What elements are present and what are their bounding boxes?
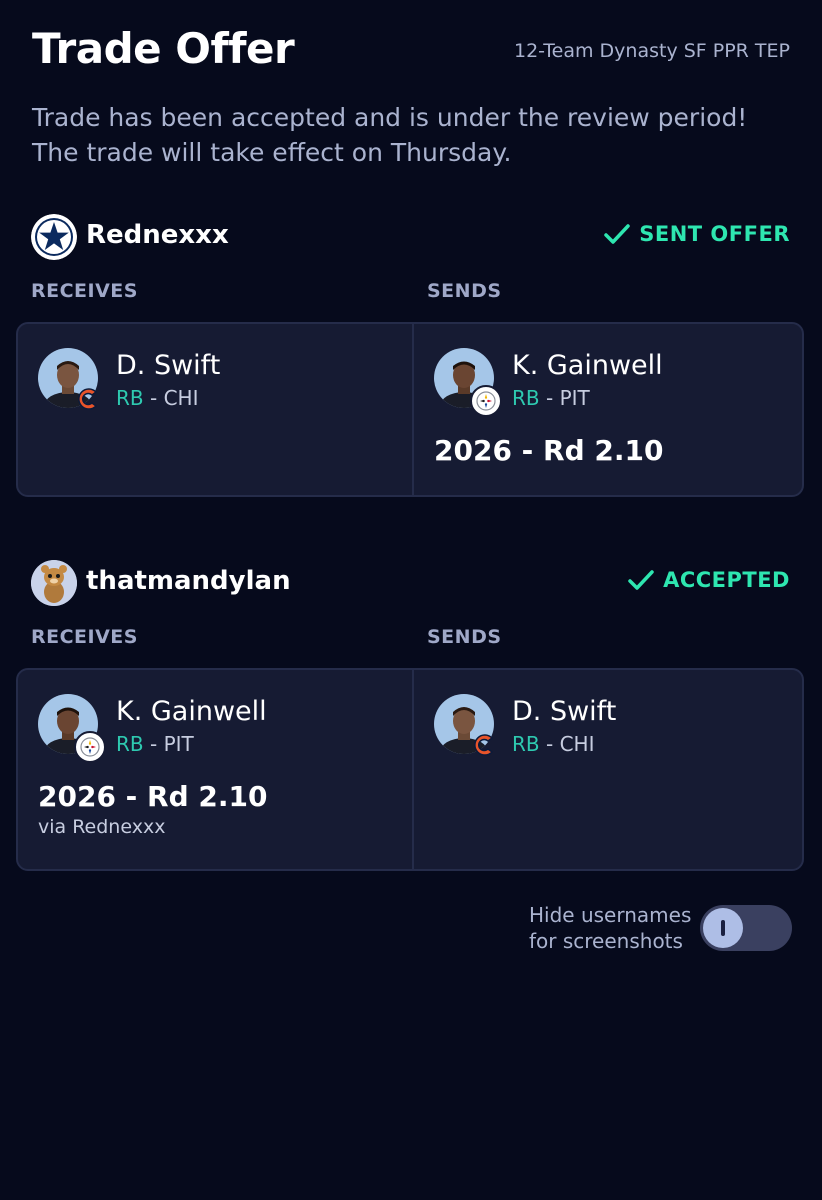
bears-logo-icon (470, 731, 498, 759)
pick-via: via Rednexxx (38, 816, 166, 838)
team-name[interactable]: thatmandylan (86, 566, 291, 596)
sends-side: K. Gainwell RB - PIT 2026 - Rd 2.10 (414, 324, 808, 495)
receives-side: K. Gainwell RB - PIT 2026 - Rd 2.10 via … (18, 670, 412, 869)
team-section-rednexxx: Rednexxx SENT OFFER RECEIVES SENDS D. Sw… (0, 214, 822, 497)
receives-side: D. Swift RB - CHI (18, 324, 412, 495)
bears-logo-icon (74, 385, 102, 413)
draft-pick: 2026 - Rd 2.10 (38, 780, 268, 813)
team-section-thatmandylan: thatmandylan ACCEPTED RECEIVES SENDS K. … (0, 560, 822, 871)
hide-usernames-toggle[interactable] (700, 905, 792, 951)
sends-side: D. Swift RB - CHI (414, 670, 808, 869)
player-position: RB (116, 732, 144, 756)
player-team: CHI (559, 732, 595, 756)
league-description: 12-Team Dynasty SF PPR TEP (514, 40, 790, 62)
player-name: D. Swift (116, 350, 221, 381)
sends-label: SENDS (427, 280, 502, 302)
toggle-knob[interactable] (703, 908, 743, 948)
steelers-logo-icon (74, 731, 106, 763)
trade-card: D. Swift RB - CHI K. Gainwell RB - PIT 2… (16, 322, 804, 497)
hide-usernames-label: Hide usernames for screenshots (529, 903, 692, 953)
team-name[interactable]: Rednexxx (86, 220, 229, 250)
player-team: PIT (559, 386, 590, 410)
player-position-team: RB - PIT (512, 386, 590, 410)
team-status-text: SENT OFFER (639, 222, 790, 246)
player-row[interactable]: K. Gainwell RB - PIT (434, 348, 794, 417)
page-title: Trade Offer (32, 24, 295, 73)
team-status-badge: SENT OFFER (603, 222, 790, 246)
player-position: RB (116, 386, 144, 410)
checkmark-icon (628, 570, 654, 590)
trade-status-message: Trade has been accepted and is under the… (32, 103, 748, 167)
player-name: K. Gainwell (512, 350, 663, 381)
cowboys-star-icon[interactable] (31, 214, 77, 260)
checkmark-icon (604, 224, 630, 244)
player-row[interactable]: D. Swift RB - CHI (38, 348, 398, 412)
sends-label: SENDS (427, 626, 502, 648)
player-name: D. Swift (512, 696, 617, 727)
player-position-team: RB - CHI (512, 732, 595, 756)
team-status-text: ACCEPTED (663, 568, 790, 592)
receives-label: RECEIVES (31, 280, 138, 302)
steelers-logo-icon (470, 385, 502, 417)
player-position: RB (512, 732, 540, 756)
draft-pick: 2026 - Rd 2.10 (434, 434, 664, 467)
player-position: RB (512, 386, 540, 410)
player-team: CHI (163, 386, 199, 410)
team-header: thatmandylan ACCEPTED (0, 560, 822, 610)
player-row[interactable]: K. Gainwell RB - PIT (38, 694, 398, 763)
player-name: K. Gainwell (116, 696, 267, 727)
player-row[interactable]: D. Swift RB - CHI (434, 694, 794, 758)
team-header: Rednexxx SENT OFFER (0, 214, 822, 264)
cartoon-mascot-icon[interactable] (31, 560, 77, 606)
player-team: PIT (163, 732, 194, 756)
trade-card: K. Gainwell RB - PIT 2026 - Rd 2.10 via … (16, 668, 804, 871)
receives-label: RECEIVES (31, 626, 138, 648)
player-position-team: RB - CHI (116, 386, 199, 410)
player-position-team: RB - PIT (116, 732, 194, 756)
team-status-badge: ACCEPTED (627, 568, 790, 592)
